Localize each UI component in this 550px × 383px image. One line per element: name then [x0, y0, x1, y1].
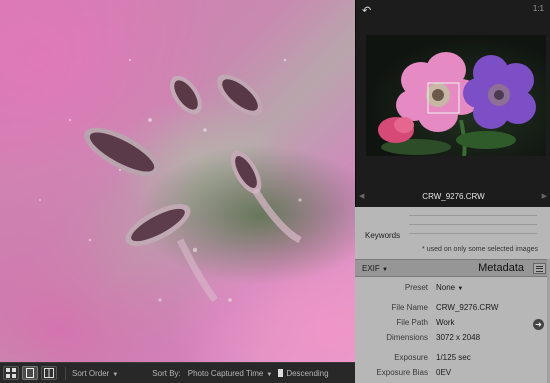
zoom-level[interactable]: 1:1 — [533, 4, 544, 13]
flower-thumbnail-image — [378, 52, 536, 156]
flower-closeup-image — [39, 58, 302, 303]
metadata-row-preset: Preset None ▼ — [355, 283, 550, 295]
loupe-photo[interactable] — [0, 0, 355, 362]
metadata-header[interactable]: EXIF ▼ Metadata — [355, 259, 550, 277]
metadata-preset-select[interactable]: EXIF ▼ — [362, 264, 388, 273]
metadata-value: None — [436, 283, 456, 292]
sort-by-value: Photo Captured Time — [187, 368, 264, 378]
right-panel: Keywords * used on only some selected im… — [355, 207, 550, 383]
metadata-value[interactable]: CRW_9276.CRW — [436, 303, 498, 312]
undo-arrow-icon[interactable]: ↶ — [362, 4, 371, 17]
sort-order-label: Sort Order — [72, 368, 110, 378]
loupe-view-button[interactable] — [22, 366, 38, 380]
keywords-note: * used on only some selected images — [422, 246, 538, 253]
metadata-value: 1/125 sec — [436, 353, 471, 362]
metadata-row-filepath: File Path Work — [355, 318, 550, 330]
loupe-icon — [26, 368, 34, 378]
keywords-label: Keywords — [365, 231, 401, 240]
metadata-label: Dimensions — [386, 333, 428, 342]
compare-icon — [44, 368, 54, 378]
dropdown-caret-icon: ▼ — [457, 286, 464, 292]
keyword-field-line — [409, 233, 537, 234]
go-to-folder-icon[interactable]: ➜ — [533, 319, 544, 330]
metadata-row-filename: File Name CRW_9276.CRW — [355, 303, 550, 315]
collapse-right-icon[interactable]: ▶ — [542, 192, 547, 200]
metadata-label: File Name — [391, 303, 428, 312]
sort-order-menu[interactable]: Sort Order ▼ — [72, 369, 118, 378]
navigator-filename: CRW_9276.CRW — [422, 192, 485, 201]
panel-menu-icon[interactable] — [533, 263, 546, 274]
dropdown-caret-icon: ▼ — [266, 371, 273, 378]
metadata-label: Exposure — [394, 353, 428, 362]
sort-by-select[interactable]: Photo Captured Time ▼ — [188, 369, 273, 378]
metadata-title: Metadata — [478, 262, 524, 274]
metadata-value: Work — [436, 318, 455, 327]
grid-view-button[interactable] — [3, 366, 19, 380]
metadata-label: Exposure Bias — [376, 368, 428, 377]
filmstrip-toolbar: Sort Order ▼ Sort By: Photo Captured Time… — [0, 362, 355, 383]
keyword-field-line — [409, 224, 537, 225]
metadata-row-exposure: Exposure 1/125 sec — [355, 353, 550, 365]
navigator-panel: ↶ 1:1 ◀ CRW_9276.CRW ▶ — [355, 0, 550, 207]
sort-direction-label[interactable]: Descending — [286, 369, 328, 378]
metadata-preset-label: EXIF — [362, 264, 380, 273]
metadata-label: File Path — [396, 318, 428, 327]
metadata-value: 0EV — [436, 368, 452, 377]
toolbar-divider — [65, 366, 66, 380]
compare-view-button[interactable] — [41, 366, 57, 380]
keyword-field-line — [409, 215, 537, 216]
metadata-value: 3072 x 2048 — [436, 333, 481, 342]
navigator-thumbnail[interactable] — [366, 35, 546, 156]
sort-by-label: Sort By: — [152, 368, 181, 378]
metadata-label: Preset — [404, 283, 428, 292]
keywords-section: Keywords * used on only some selected im… — [355, 207, 550, 257]
metadata-preset-value[interactable]: None ▼ — [436, 283, 463, 292]
dropdown-caret-icon: ▼ — [382, 267, 388, 273]
sort-direction-icon[interactable] — [278, 369, 284, 377]
dropdown-caret-icon: ▼ — [112, 371, 119, 378]
metadata-row-dimensions: Dimensions 3072 x 2048 — [355, 333, 550, 345]
metadata-row-exposure-bias: Exposure Bias 0EV — [355, 368, 550, 380]
grid-icon — [6, 368, 16, 378]
